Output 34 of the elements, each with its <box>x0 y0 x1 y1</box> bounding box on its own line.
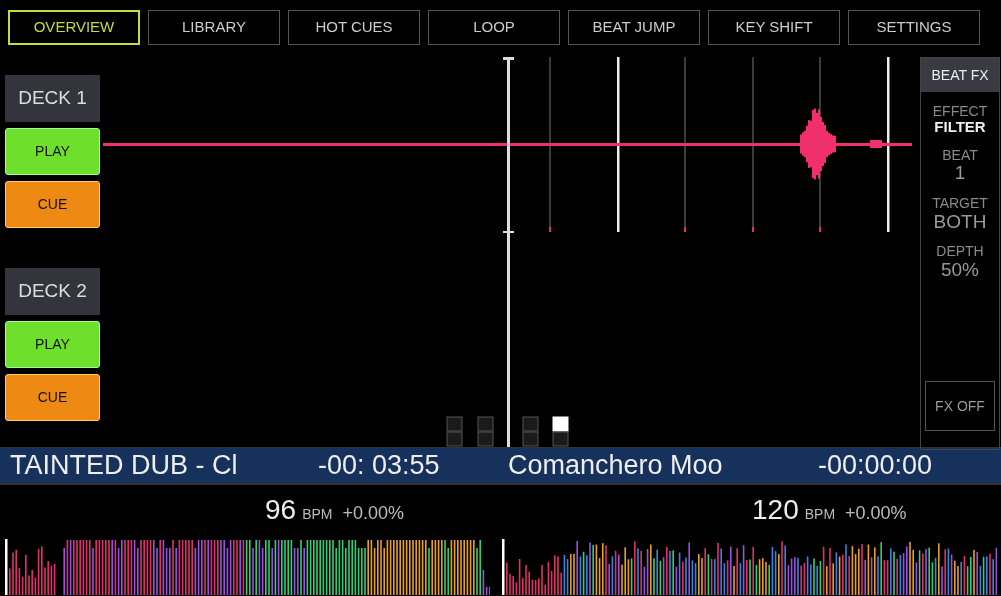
bpm-value: 120 <box>752 493 799 527</box>
panel-title: BEAT FX <box>921 58 999 92</box>
deck-label: DECK 2 <box>5 268 100 315</box>
param-label: DEPTH <box>936 244 984 260</box>
fx-off-button[interactable]: FX OFF <box>925 381 995 431</box>
param-value[interactable]: FILTER <box>934 119 986 136</box>
track-title: Comanchero Moo <box>508 449 724 483</box>
pitch-value: +0.00% <box>342 502 405 525</box>
tab[interactable]: BEAT JUMP <box>568 10 700 45</box>
cue-button[interactable]: CUE <box>5 181 100 228</box>
tab[interactable]: SETTINGS <box>848 10 980 45</box>
tab[interactable]: LIBRARY <box>148 10 280 45</box>
time-remaining: -00:00:00 <box>818 449 934 483</box>
play-button[interactable]: PLAY <box>5 321 100 368</box>
param-label: BEAT <box>942 147 978 164</box>
time-remaining: -00: 03:55 <box>318 449 441 483</box>
playhead[interactable] <box>503 57 514 447</box>
tab[interactable]: HOT CUES <box>288 10 420 45</box>
play-button[interactable]: PLAY <box>5 128 100 175</box>
bpm-unit: BPM <box>302 505 333 524</box>
bpm-unit: BPM <box>804 505 836 524</box>
param-label: TARGET <box>932 196 988 212</box>
param-label: EFFECT <box>932 104 988 120</box>
param-value[interactable]: BOTH <box>933 211 987 233</box>
pitch-value: +0.00% <box>845 502 907 525</box>
tab[interactable]: LOOP <box>428 10 560 45</box>
bpm-value: 96 <box>265 493 297 527</box>
tab[interactable]: KEY SHIFT <box>708 10 840 45</box>
track-title: TAINTED DUB - Cl <box>10 449 239 483</box>
param-value[interactable]: 1 <box>954 163 966 185</box>
tab[interactable]: OVERVIEW <box>8 10 140 45</box>
param-value[interactable]: 50% <box>941 259 979 281</box>
cue-button[interactable]: CUE <box>5 374 100 421</box>
deck-label: DECK 1 <box>5 75 100 122</box>
